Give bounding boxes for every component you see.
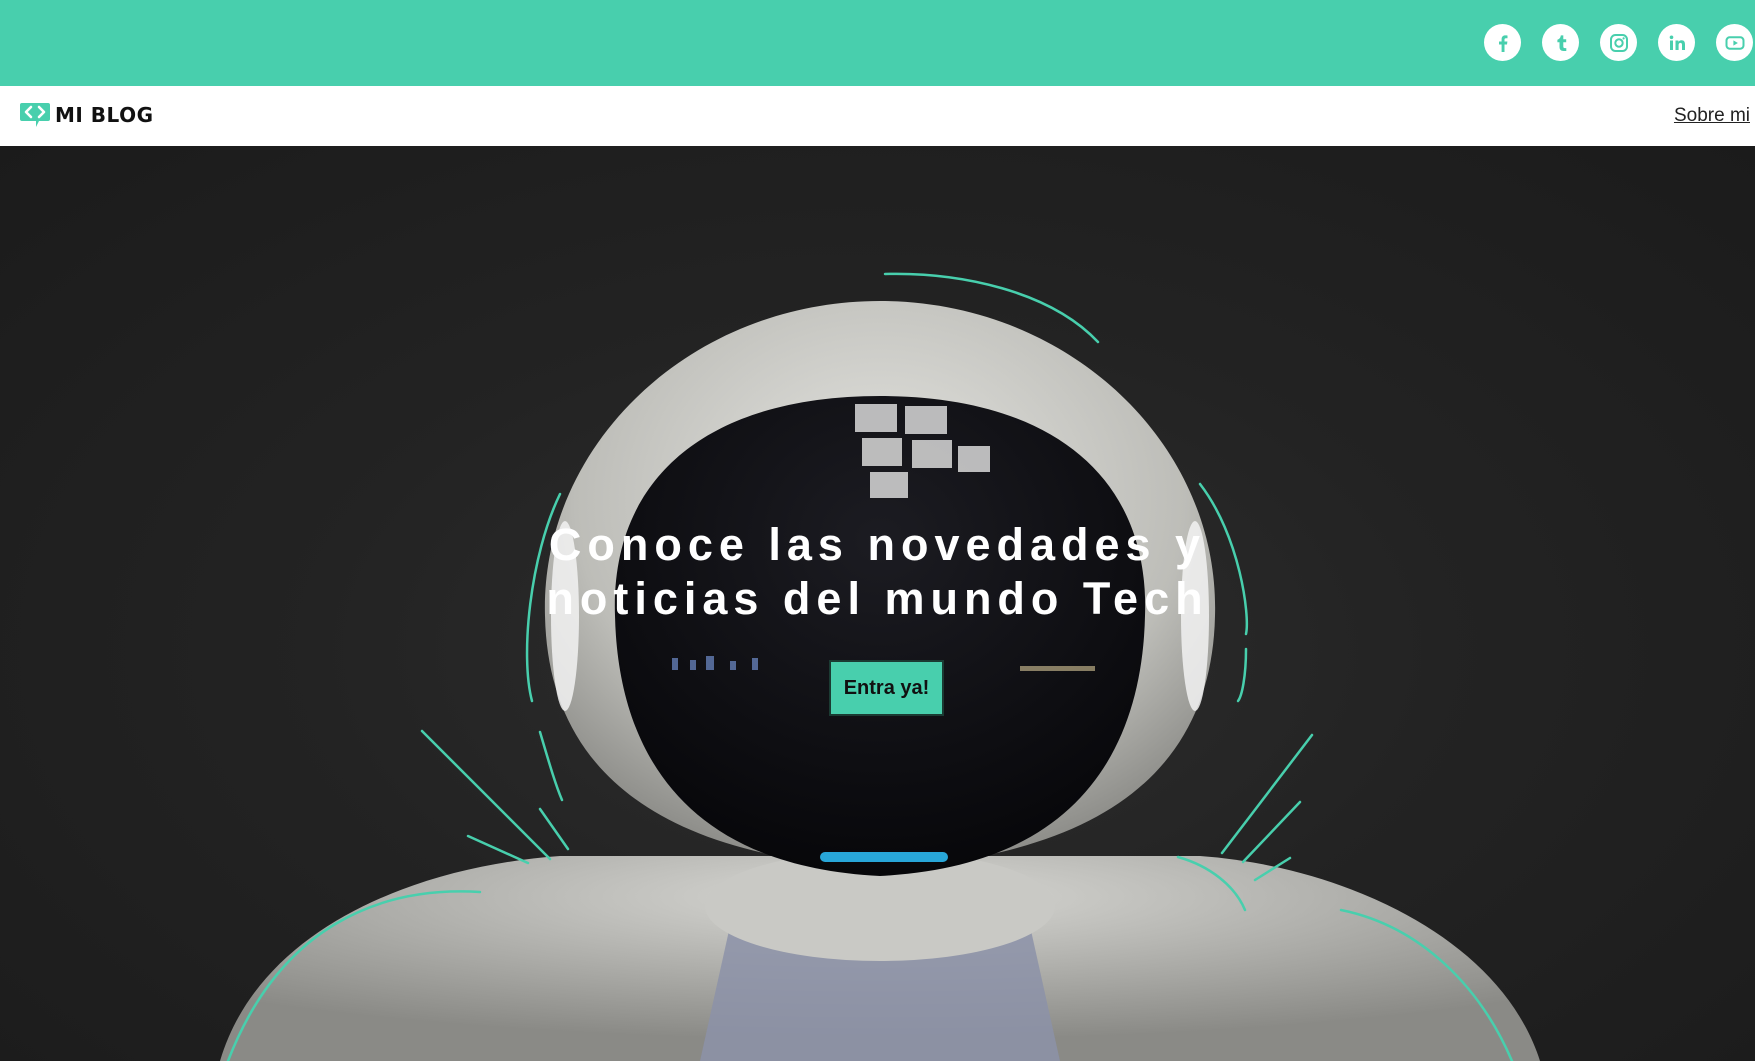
linkedin-icon (1669, 35, 1685, 50)
instagram-link[interactable] (1600, 24, 1637, 61)
youtube-link[interactable] (1716, 24, 1753, 61)
social-links (1484, 24, 1753, 61)
youtube-icon (1725, 35, 1744, 50)
social-top-bar (0, 0, 1755, 86)
nav-link-about[interactable]: Sobre mi (1674, 105, 1750, 127)
instagram-icon (1609, 33, 1628, 52)
hero-title: Conoce las novedades y noticias del mund… (0, 518, 1755, 626)
tumblr-icon (1556, 34, 1566, 51)
linkedin-link[interactable] (1658, 24, 1695, 61)
hero-title-line2: noticias del mundo Tech (546, 573, 1209, 624)
logo-text: MI BLOG (55, 103, 154, 127)
logo-link[interactable]: MI BLOG (19, 100, 154, 130)
hero-title-line1: Conoce las novedades y (548, 519, 1207, 570)
hero-section: Conoce las novedades y noticias del mund… (0, 146, 1755, 1061)
facebook-link[interactable] (1484, 24, 1521, 61)
facebook-icon (1498, 34, 1507, 52)
cta-button[interactable]: Entra ya! (829, 660, 944, 716)
code-chat-icon (19, 101, 51, 129)
main-navbar: MI BLOG Sobre mi (0, 86, 1755, 146)
tumblr-link[interactable] (1542, 24, 1579, 61)
